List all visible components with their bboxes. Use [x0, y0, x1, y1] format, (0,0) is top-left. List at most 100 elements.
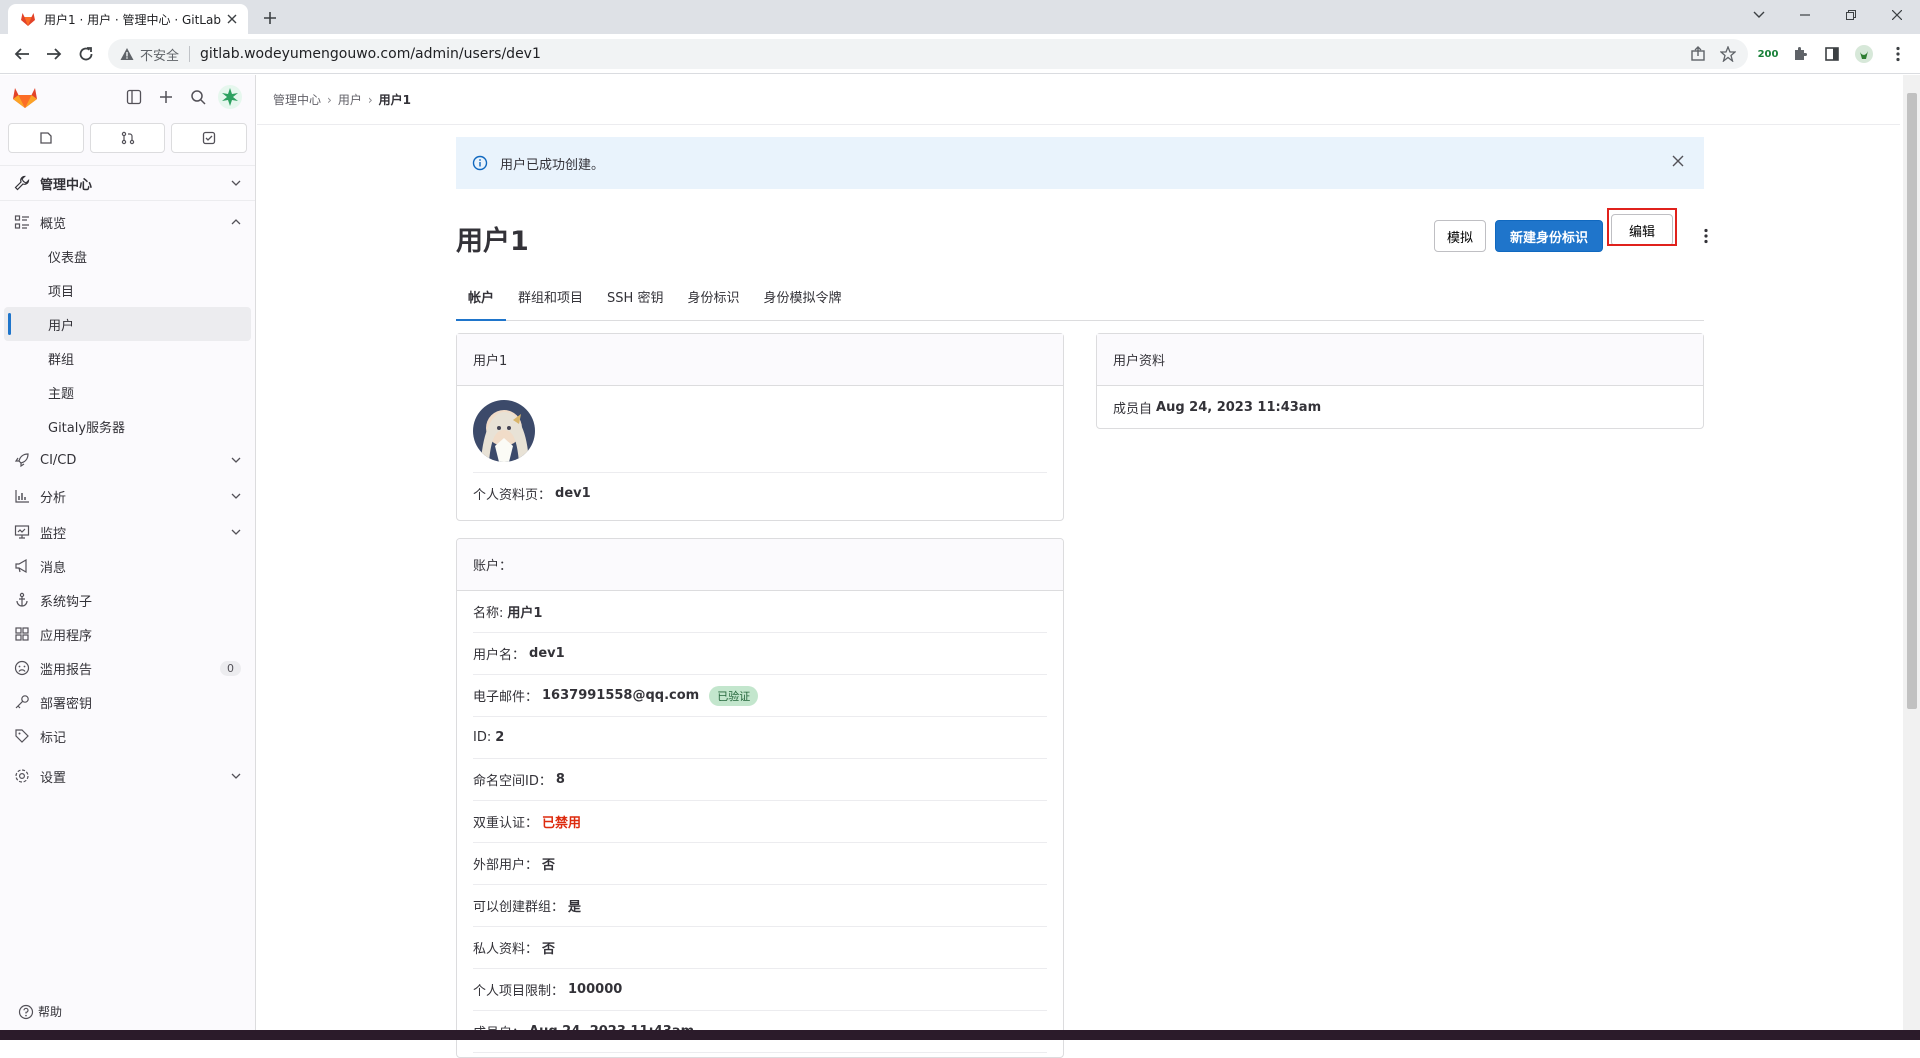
profile-avatar-icon[interactable]: [1852, 42, 1876, 66]
chevron-down-icon: [231, 180, 241, 186]
sidebar-item-overview[interactable]: 概览: [0, 205, 255, 239]
search-icon[interactable]: [190, 89, 206, 105]
sidebar-item-applications[interactable]: 应用程序: [0, 617, 255, 651]
merge-requests-button[interactable]: [89, 123, 166, 153]
page-body: 用户已成功创建。 用户1 模拟 新建身份标识 编辑 帐户 群组和项目 SSH 密…: [456, 137, 1708, 1058]
browser-menu-icon[interactable]: [1886, 42, 1910, 66]
bookmark-star-icon[interactable]: [1716, 42, 1740, 66]
sidebar-item-users[interactable]: 用户: [4, 307, 251, 341]
account-row-id: ID: 2: [473, 717, 1047, 759]
success-alert: 用户已成功创建。: [456, 137, 1704, 189]
breadcrumb-admin[interactable]: 管理中心: [273, 91, 321, 108]
os-taskbar-strip: [0, 1030, 1920, 1040]
browser-tab[interactable]: 用户1 · 用户 · 管理中心 · GitLab: [8, 4, 248, 34]
apps-icon: [14, 626, 30, 642]
tab-close-icon[interactable]: [224, 11, 240, 27]
account-row-2fa: 双重认证： 已禁用: [473, 801, 1047, 843]
window-close-icon[interactable]: [1874, 0, 1920, 30]
sidebar-item-label: 应用程序: [40, 628, 93, 644]
sidebar-counter-row: [0, 123, 255, 157]
breadcrumb-chevron-icon: ›: [327, 92, 332, 107]
row-value: 已禁用: [542, 816, 582, 831]
row-value[interactable]: 1637991558@qq.com: [542, 688, 699, 703]
side-panel-icon[interactable]: [1820, 42, 1844, 66]
profile-page-row: 个人资料页： dev1: [473, 472, 1047, 514]
help-label: 帮助: [38, 1005, 63, 1019]
sidebar-item-analytics[interactable]: 分析: [0, 479, 255, 513]
sidebar-item-label: 监控: [40, 526, 67, 542]
impersonate-button[interactable]: 模拟: [1434, 220, 1486, 252]
sidebar-item-messages[interactable]: 消息: [0, 549, 255, 583]
create-new-icon[interactable]: [158, 89, 174, 105]
sidebar-item-projects[interactable]: 项目: [4, 273, 251, 307]
account-card: 账户： 名称: 用户1 用户名： dev1 电子邮件： 1637991558@q…: [456, 538, 1064, 1058]
account-row-username: 用户名： dev1: [473, 633, 1047, 675]
collapse-sidebar-icon[interactable]: [126, 89, 142, 105]
address-separator: [189, 46, 191, 62]
key-icon: [14, 694, 30, 710]
tab-search-chevron-icon[interactable]: [1736, 0, 1782, 30]
verified-badge: 已验证: [709, 685, 759, 706]
share-icon[interactable]: [1686, 42, 1710, 66]
sidebar-item-groups[interactable]: 群组: [4, 341, 251, 375]
page-scrollbar[interactable]: [1903, 75, 1920, 1030]
breadcrumb-current[interactable]: 用户1: [379, 91, 411, 108]
issues-button[interactable]: [8, 123, 84, 153]
wrench-icon: [14, 175, 30, 191]
profile-page-value[interactable]: dev1: [555, 486, 591, 501]
new-tab-icon[interactable]: [260, 8, 280, 28]
sidebar-item-labels[interactable]: 标记: [0, 719, 255, 753]
row-label: 电子邮件：: [473, 690, 539, 705]
abuse-icon: [14, 660, 30, 676]
sidebar-item-deploy-keys[interactable]: 部署密钥: [0, 685, 255, 719]
scrollbar-thumb[interactable]: [1907, 93, 1917, 709]
sidebar-item-dashboard[interactable]: 仪表盘: [4, 239, 251, 273]
sidebar-item-topics[interactable]: 主题: [4, 375, 251, 409]
row-value: 否: [542, 942, 556, 957]
sidebar-item-settings[interactable]: 设置: [0, 759, 255, 793]
sidebar-item-label: 分析: [40, 490, 67, 506]
row-label: 用户名：: [473, 648, 526, 663]
tab-ssh-keys[interactable]: SSH 密钥: [595, 287, 675, 320]
row-label: 外部用户：: [473, 858, 539, 873]
tab-impersonation-tokens[interactable]: 身份模拟令牌: [751, 287, 853, 320]
tab-identities[interactable]: 身份标识: [675, 287, 751, 320]
extensions-puzzle-icon[interactable]: [1788, 42, 1812, 66]
security-label: 不安全: [140, 48, 180, 64]
page-title: 用户1: [456, 226, 529, 257]
url-text[interactable]: gitlab.wodeyumengouwo.com/admin/users/de…: [200, 46, 541, 62]
help-link[interactable]: 帮助: [18, 1003, 62, 1020]
new-identity-button[interactable]: 新建身份标识: [1495, 220, 1603, 252]
user-tabs: 帐户 群组和项目 SSH 密钥 身份标识 身份模拟令牌: [456, 279, 1704, 321]
breadcrumb-users[interactable]: 用户: [338, 91, 362, 108]
sidebar-item-system-hooks[interactable]: 系统钩子: [0, 583, 255, 617]
browser-toolbar: 不安全 gitlab.wodeyumengouwo.com/admin/user…: [0, 34, 1920, 74]
sidebar-item-gitaly[interactable]: Gitaly服务器: [4, 409, 251, 443]
sidebar-item-abuse-reports[interactable]: 滥用报告 0: [0, 651, 255, 685]
account-row-email: 电子邮件： 1637991558@qq.com 已验证: [473, 675, 1047, 717]
gitlab-logo-icon[interactable]: [12, 85, 38, 109]
alert-close-icon[interactable]: [1672, 155, 1684, 167]
sidebar-item-monitoring[interactable]: 监控: [0, 515, 255, 549]
chevron-down-icon: [231, 773, 241, 779]
user-avatar: [473, 400, 535, 462]
row-value: 用户1: [507, 606, 543, 621]
tab-account[interactable]: 帐户: [456, 287, 507, 321]
sidebar-section-admin[interactable]: 管理中心: [0, 165, 255, 201]
reload-icon[interactable]: [74, 42, 98, 66]
tab-groups-projects[interactable]: 群组和项目: [506, 287, 595, 320]
restore-icon[interactable]: [1828, 0, 1874, 30]
sidebar-item-cicd[interactable]: CI/CD: [0, 443, 255, 477]
minimize-icon[interactable]: [1782, 0, 1828, 30]
info-icon: [472, 155, 488, 171]
more-actions-icon[interactable]: [1698, 225, 1714, 247]
forward-arrow-icon[interactable]: [42, 42, 66, 66]
todos-button[interactable]: [171, 123, 248, 153]
user-avatar-icon[interactable]: [218, 85, 242, 109]
overview-icon: [14, 214, 30, 230]
address-bar[interactable]: 不安全 gitlab.wodeyumengouwo.com/admin/user…: [108, 39, 1748, 69]
extension-badge[interactable]: 200: [1756, 42, 1780, 66]
sidebar-item-label: 系统钩子: [40, 594, 93, 610]
chart-icon: [14, 488, 30, 504]
back-arrow-icon[interactable]: [10, 42, 34, 66]
